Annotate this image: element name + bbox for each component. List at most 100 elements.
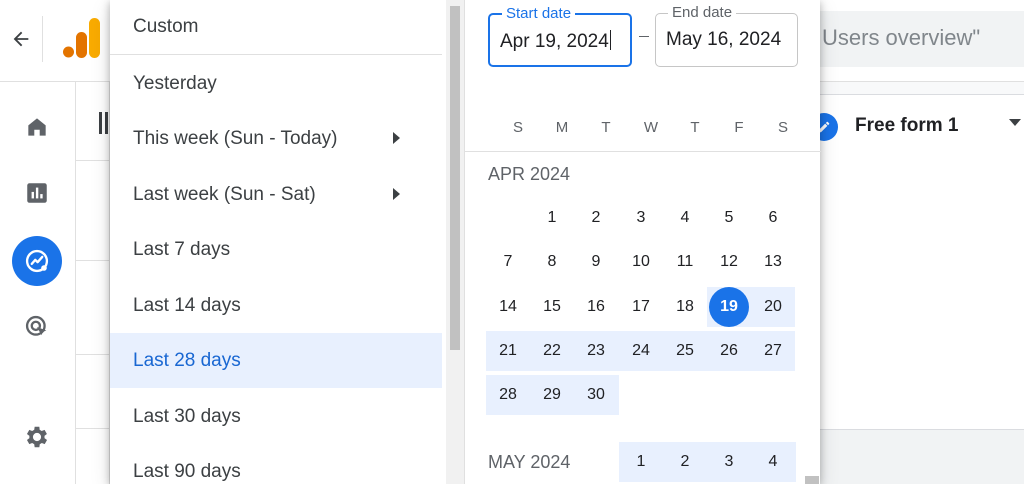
- submenu-arrow-icon: [393, 188, 400, 200]
- calendar-day[interactable]: 16: [574, 287, 618, 327]
- search-box[interactable]: Users overview": [800, 11, 1024, 67]
- calendar-day[interactable]: 27: [751, 331, 795, 371]
- month-label: APR 2024: [488, 164, 571, 184]
- preset-label: Last 30 days: [133, 405, 241, 427]
- calendar-day[interactable]: 1: [530, 198, 574, 238]
- calendar-day[interactable]: 24: [619, 331, 663, 371]
- calendar-day[interactable]: 29: [530, 375, 574, 415]
- calendar-day[interactable]: 5: [707, 198, 751, 238]
- end-date-value[interactable]: May 16, 2024: [666, 29, 781, 51]
- divider: [76, 160, 110, 161]
- end-date-label: End date: [668, 4, 737, 22]
- calendar-day[interactable]: 4: [663, 198, 707, 238]
- divider: [465, 151, 821, 152]
- calendar-day[interactable]: 13: [751, 242, 795, 282]
- nav-advertising[interactable]: [12, 302, 62, 352]
- calendar-day[interactable]: 11: [663, 242, 707, 282]
- preset-label: Last week (Sun - Sat): [133, 183, 316, 205]
- tab-menu-icon[interactable]: [1009, 119, 1021, 126]
- range-dash: [639, 36, 649, 37]
- copy-icon: [99, 112, 108, 134]
- calendar-day[interactable]: 7: [486, 242, 530, 282]
- preset-list: Custom Yesterday This week (Sun - Today) La…: [110, 0, 462, 484]
- preset-item[interactable]: Last 90 days: [110, 444, 442, 484]
- back-button[interactable]: [6, 24, 36, 54]
- start-date-value: Apr 19, 2024: [500, 31, 609, 52]
- date-range-picker: Custom Yesterday This week (Sun - Today) La…: [110, 0, 821, 484]
- preset-label: Custom: [133, 16, 199, 37]
- home-icon: [28, 118, 46, 136]
- scrollbar-thumb[interactable]: [450, 6, 460, 350]
- explore-icon: [25, 249, 49, 273]
- tab-card: Free form 1: [804, 94, 1024, 430]
- end-date-field[interactable]: End date May 16, 2024: [655, 4, 798, 67]
- weekday-header: SMTWTFS: [465, 119, 821, 143]
- calendar-day[interactable]: 1: [619, 442, 663, 482]
- start-date-field[interactable]: Start date Apr 19, 2024: [488, 5, 632, 67]
- calendar-day[interactable]: 8: [530, 242, 574, 282]
- calendar-day[interactable]: 3: [707, 442, 751, 482]
- arrow-back-icon: [13, 31, 29, 47]
- search-text: Users overview": [822, 25, 981, 50]
- calendar-day[interactable]: 9: [574, 242, 618, 282]
- start-date-input[interactable]: Apr 19, 2024: [500, 30, 611, 53]
- calendar-day[interactable]: 15: [530, 287, 574, 327]
- calendar-day[interactable]: 17: [619, 287, 663, 327]
- calendar-scrollbar-thumb[interactable]: [805, 476, 819, 484]
- calendar-day[interactable]: 23: [574, 331, 618, 371]
- left-navigation: [0, 82, 76, 484]
- variables-panel-edge: [76, 82, 110, 484]
- calendar-day[interactable]: 28: [486, 375, 530, 415]
- selected-day-marker: 19: [709, 287, 749, 327]
- preset-item[interactable]: Last 30 days: [110, 389, 442, 444]
- month-label: MAY 2024: [488, 452, 571, 472]
- calendar-day[interactable]: 22: [530, 331, 574, 371]
- nav-reports[interactable]: [12, 168, 62, 218]
- calendar-day[interactable]: 21: [486, 331, 530, 371]
- preset-item[interactable]: Last 14 days: [110, 278, 442, 333]
- preset-item[interactable]: Yesterday: [110, 56, 442, 111]
- calendar-day[interactable]: 2: [663, 442, 707, 482]
- divider: [76, 354, 110, 355]
- preset-label: Yesterday: [133, 72, 217, 94]
- calendar-day[interactable]: 25: [663, 331, 707, 371]
- calendar-day[interactable]: 10: [619, 242, 663, 282]
- calendar-day[interactable]: 6: [751, 198, 795, 238]
- settings-icon: [26, 426, 48, 448]
- preset-scrollbar[interactable]: [446, 0, 464, 484]
- nav-home[interactable]: [12, 102, 62, 152]
- preset-item[interactable]: Custom: [110, 0, 442, 55]
- calendar-day[interactable]: 26: [707, 331, 751, 371]
- calendar-day[interactable]: 30: [574, 375, 618, 415]
- divider: [76, 428, 110, 429]
- calendar-day[interactable]: 14: [486, 287, 530, 327]
- text-cursor: [609, 30, 611, 50]
- advertising-icon: [25, 315, 47, 336]
- preset-label: Last 14 days: [133, 294, 241, 316]
- weekday-label: T: [690, 119, 700, 136]
- calendar-day[interactable]: 4: [751, 442, 795, 482]
- preset-item[interactable]: This week (Sun - Today): [110, 111, 442, 166]
- analytics-logo: [62, 18, 102, 60]
- nav-explore[interactable]: [12, 236, 62, 286]
- submenu-arrow-icon: [393, 132, 400, 144]
- preset-item[interactable]: Last 7 days: [110, 222, 442, 277]
- calendar-day[interactable]: 3: [619, 198, 663, 238]
- weekday-label: F: [734, 119, 744, 136]
- calendar-day-selected[interactable]: 19: [707, 287, 751, 327]
- weekday-label: W: [643, 119, 659, 136]
- divider: [76, 260, 110, 261]
- preset-item[interactable]: Last week (Sun - Sat): [110, 167, 442, 222]
- preset-label: This week (Sun - Today): [133, 127, 338, 149]
- calendar-day[interactable]: 18: [663, 287, 707, 327]
- preset-item[interactable]: Last 28 days: [110, 333, 442, 388]
- calendar-panel: Start date Apr 19, 2024 End date May 16,…: [464, 0, 821, 484]
- calendar-day[interactable]: 12: [707, 242, 751, 282]
- preset-label: Last 28 days: [133, 349, 241, 371]
- nav-settings[interactable]: [12, 412, 62, 462]
- calendar-day[interactable]: 20: [751, 287, 795, 327]
- start-date-label: Start date: [502, 5, 576, 23]
- preset-label: Last 90 days: [133, 460, 241, 482]
- weekday-label: T: [601, 119, 611, 136]
- calendar-day[interactable]: 2: [574, 198, 618, 238]
